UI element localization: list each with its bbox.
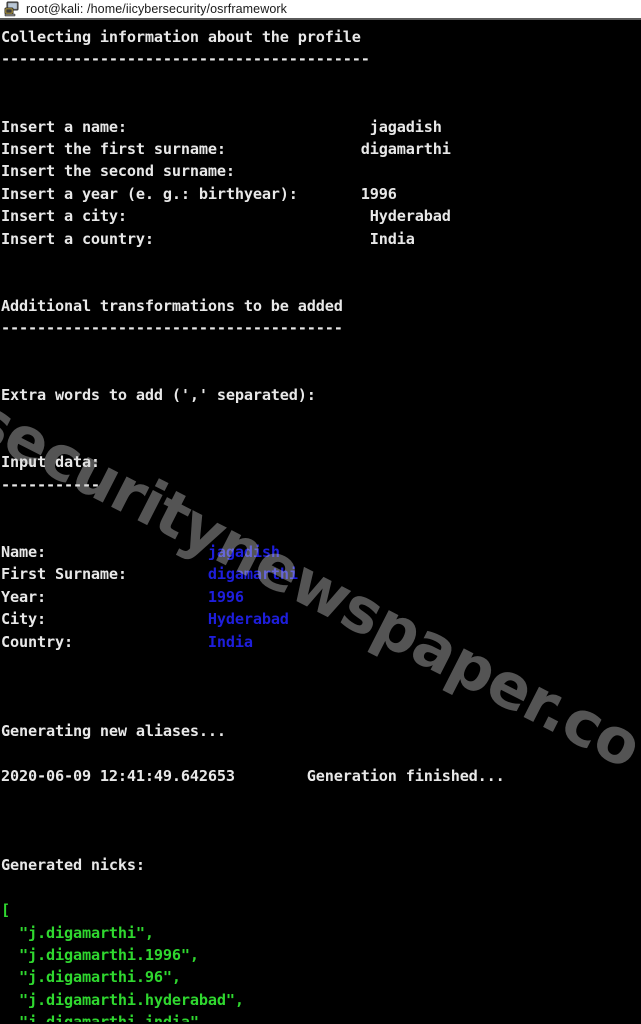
input-data-row-name: Name: jagadish (1, 541, 641, 563)
nick-label: "j.digamarthi.india", (19, 1013, 208, 1022)
nick-label: "j.digamarthi.96", (19, 968, 181, 987)
window-title: root@kali: /home/iicybersecurity/osrfram… (26, 2, 288, 16)
prompt-row-name: Insert a name: jagadish (1, 116, 641, 138)
heading-additional-transformations: Additional transformations to be added (1, 296, 343, 315)
prompt-pad (298, 185, 361, 203)
terminal-output[interactable]: Collecting information about the profile… (0, 20, 641, 1022)
nick-label: "j.digamarthi.hyderabad", (19, 990, 244, 1009)
generation-timestamp: 2020-06-09 12:41:49.642653 (1, 766, 235, 785)
prompt-value-first-surname: digamarthi (360, 139, 451, 158)
prompt-pad (154, 230, 370, 248)
prompt-pad (226, 140, 361, 158)
generation-finished-row: 2020-06-09 12:41:49.642653 Generation fi… (1, 765, 641, 787)
input-data-row-city: City: Hyderabad (1, 608, 641, 630)
prompt-row-second-surname: Insert the second surname: (1, 160, 641, 182)
input-data-label-first-surname: First Surname: (1, 565, 127, 584)
heading-collecting-profile: Collecting information about the profile (1, 28, 361, 46)
generation-pad (235, 767, 307, 785)
prompt-row-year: Insert a year (e. g.: birthyear): 1996 (1, 183, 641, 205)
nicks-open-bracket: [ (1, 901, 10, 920)
prompt-label-first-surname: Insert the first surname: (1, 139, 226, 158)
input-data-value-year: 1996 (207, 587, 244, 606)
prompt-pad (127, 118, 370, 136)
nick-label: "j.digamarthi", (19, 923, 154, 942)
input-data-label-name: Name: (1, 542, 46, 561)
message-generating-aliases: Generating new aliases... (1, 722, 226, 741)
prompt-label-year: Insert a year (e. g.: birthyear): (1, 184, 298, 203)
nick-item: "j.digamarthi.india", (1, 1011, 641, 1022)
input-data-label-city: City: (1, 610, 46, 629)
prompt-label-second-surname: Insert the second surname: (1, 162, 235, 181)
input-data-pad (46, 610, 208, 628)
prompt-label-country: Insert a country: (1, 229, 154, 248)
input-data-value-first-surname: digamarthi (207, 565, 298, 584)
input-data-row-year: Year: 1996 (1, 586, 641, 608)
nick-item: "j.digamarthi", (1, 922, 641, 944)
nick-indent (1, 968, 19, 986)
nick-indent (1, 991, 19, 1009)
input-data-value-city: Hyderabad (207, 610, 289, 629)
separator-rule-medium: -------------------------------------- (1, 319, 343, 338)
prompt-row-country: Insert a country: India (1, 228, 641, 250)
prompt-pad (127, 207, 370, 225)
heading-generated-nicks: Generated nicks: (1, 856, 145, 875)
prompt-value-year: 1996 (360, 184, 397, 203)
input-data-label-year: Year: (1, 587, 46, 606)
prompt-value-city: Hyderabad (369, 207, 451, 226)
prompt-label-name: Insert a name: (1, 117, 127, 136)
nick-indent (1, 946, 19, 964)
heading-input-data: Input data: (1, 453, 100, 472)
terminal-window-icon (4, 1, 19, 17)
generation-finished-message: Generation finished... (306, 766, 505, 785)
input-data-pad (46, 588, 208, 606)
prompt-row-city: Insert a city: Hyderabad (1, 205, 641, 227)
input-data-label-country: Country: (1, 632, 73, 651)
nick-item: "j.digamarthi.1996", (1, 944, 641, 966)
nick-item: "j.digamarthi.hyderabad", (1, 989, 641, 1011)
nick-item: "j.digamarthi.96", (1, 966, 641, 988)
input-data-pad (127, 565, 208, 583)
input-data-value-name: jagadish (207, 542, 280, 561)
nick-indent (1, 924, 19, 942)
separator-rule-short: ----------- (1, 475, 100, 494)
window-titlebar[interactable]: root@kali: /home/iicybersecurity/osrfram… (0, 0, 641, 20)
separator-rule-long: ----------------------------------------… (1, 50, 370, 69)
input-data-pad (73, 633, 208, 651)
nick-indent (1, 1013, 19, 1022)
prompt-value-name: jagadish (369, 117, 442, 136)
terminal-window: root@kali: /home/iicybersecurity/osrfram… (0, 0, 641, 1024)
prompt-pad (235, 162, 361, 180)
prompt-value-country: India (369, 229, 415, 248)
input-data-row-country: Country: India (1, 631, 641, 653)
input-data-pad (46, 543, 208, 561)
nick-label: "j.digamarthi.1996", (19, 946, 199, 965)
prompt-extra-words[interactable]: Extra words to add (',' separated): (1, 384, 641, 406)
input-data-row-first-surname: First Surname: digamarthi (1, 563, 641, 585)
prompt-label-city: Insert a city: (1, 207, 127, 226)
input-data-value-country: India (207, 632, 253, 651)
prompt-row-first-surname: Insert the first surname: digamarthi (1, 138, 641, 160)
